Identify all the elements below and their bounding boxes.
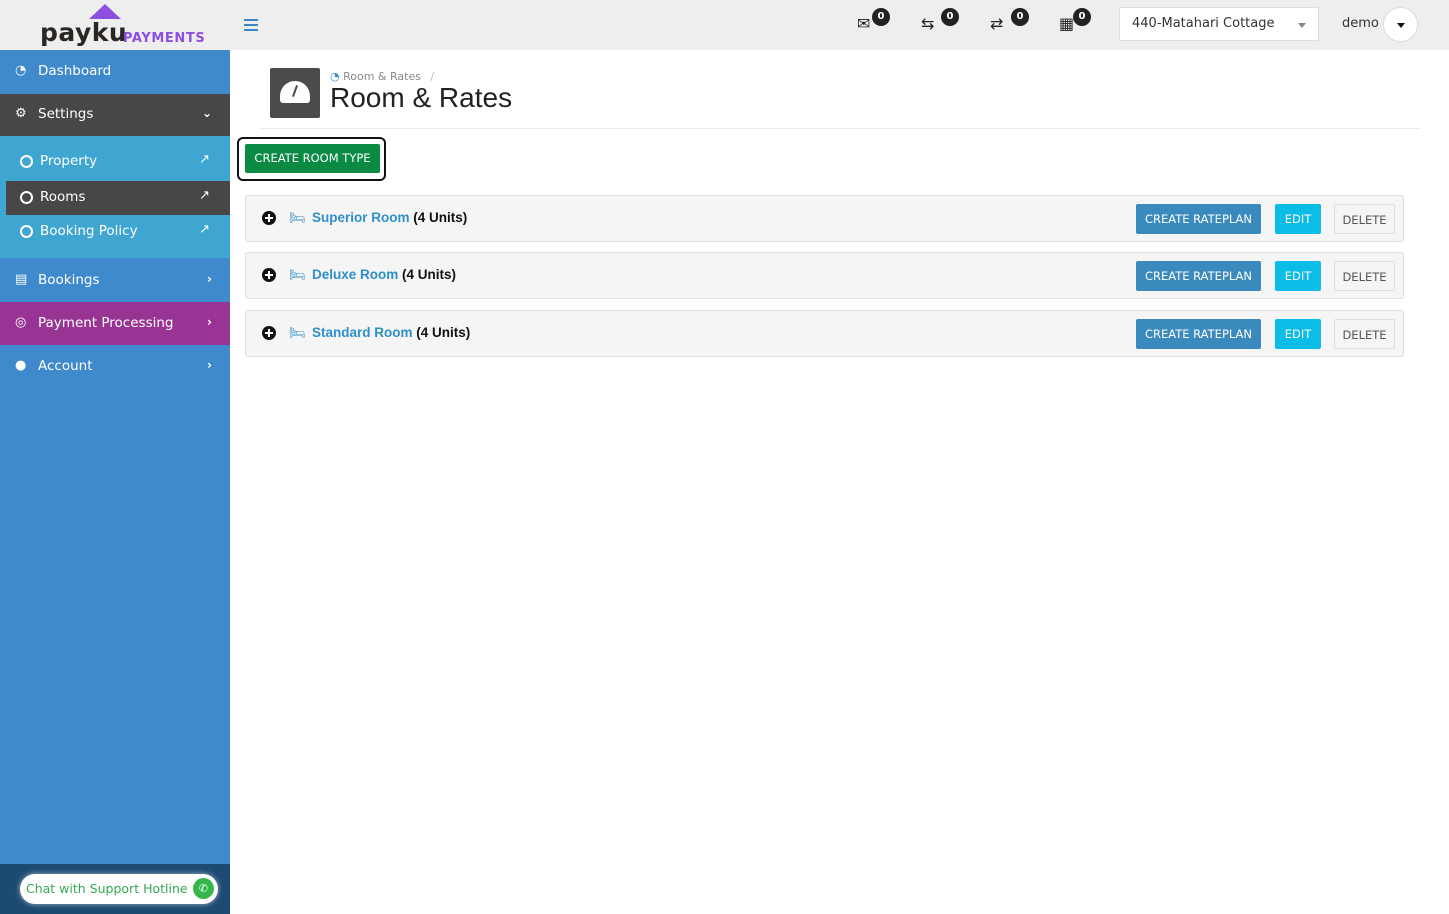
circle-icon xyxy=(20,155,33,168)
room-name[interactable]: Deluxe Room (4 Units) xyxy=(312,267,456,282)
sidebar-item-booking-policy[interactable]: Booking Policy ↗ xyxy=(6,215,230,249)
menu-toggle-icon[interactable] xyxy=(244,19,258,31)
check-out-icon: ⇄ xyxy=(990,14,1004,33)
bookings-icon: ▤ xyxy=(15,272,28,287)
room-units: (4 Units) xyxy=(402,267,457,282)
expand-plus-icon[interactable] xyxy=(262,211,276,225)
caret-down-icon xyxy=(1298,23,1306,28)
room-units: (4 Units) xyxy=(413,210,468,225)
envelope-open-icon: ✉ xyxy=(857,14,871,33)
messages-notification[interactable]: ✉ 0 xyxy=(857,8,895,38)
room-name[interactable]: Standard Room (4 Units) xyxy=(312,325,470,340)
sidebar-item-label: Bookings xyxy=(38,272,100,288)
support-label: Chat with Support Hotline xyxy=(26,881,188,896)
external-link-icon: ↗ xyxy=(199,222,210,237)
chevron-down-icon: ⌄ xyxy=(201,106,212,120)
notification-badge: 0 xyxy=(872,8,890,26)
sidebar-item-settings[interactable]: ⚙ Settings ⌄ xyxy=(0,94,230,136)
delete-button[interactable]: DELETE xyxy=(1334,204,1395,234)
external-link-icon: ↗ xyxy=(199,188,210,203)
delete-button[interactable]: DELETE xyxy=(1334,261,1395,291)
circle-icon xyxy=(20,191,33,204)
room-row: 🛏 Superior Room (4 Units) CREATE RATEPLA… xyxy=(245,195,1404,242)
topbar: payku PAYMENTS ✉ 0 ⇆ 0 ⇄ 0 ▦ 0 440-Matah… xyxy=(0,0,1449,50)
calendar-icon: ▦ xyxy=(1059,14,1075,33)
sidebar-item-property[interactable]: Property ↗ xyxy=(6,145,230,179)
sidebar-item-payment-processing[interactable]: ◎ Payment Processing › xyxy=(0,302,230,345)
sidebar-item-label: Payment Processing xyxy=(38,315,174,331)
logo-text: payku xyxy=(40,18,128,47)
expand-plus-icon[interactable] xyxy=(262,268,276,282)
room-name[interactable]: Superior Room (4 Units) xyxy=(312,210,467,225)
notification-badge: 0 xyxy=(1073,8,1091,26)
edit-button[interactable]: EDIT xyxy=(1275,261,1321,291)
page-title: Room & Rates xyxy=(330,82,513,113)
property-select-value: 440-Matahari Cottage xyxy=(1132,16,1275,31)
sidebar-item-account[interactable]: ● Account › xyxy=(0,345,230,387)
chevron-right-icon: › xyxy=(207,358,212,372)
checkin-notification[interactable]: ⇆ 0 xyxy=(921,8,959,38)
logo-suffix: PAYMENTS xyxy=(123,31,206,46)
create-room-type-focus-ring: CREATE ROOM TYPE xyxy=(237,137,386,181)
dashboard-icon: ◔ xyxy=(15,63,27,78)
dashboard-icon xyxy=(270,68,320,118)
notification-badge: 0 xyxy=(941,8,959,26)
create-rateplan-button[interactable]: CREATE RATEPLAN xyxy=(1136,319,1261,349)
sidebar-item-label: Account xyxy=(38,358,93,374)
room-units: (4 Units) xyxy=(416,325,471,340)
sidebar-item-label: Booking Policy xyxy=(40,223,138,239)
username: demo xyxy=(1342,16,1379,31)
user-dropdown-icon[interactable] xyxy=(1383,7,1418,42)
user-icon: ● xyxy=(15,358,27,373)
property-select[interactable]: 440-Matahari Cottage xyxy=(1119,7,1319,41)
checkout-notification[interactable]: ⇄ 0 xyxy=(990,8,1029,38)
room-row: 🛏 Standard Room (4 Units) CREATE RATEPLA… xyxy=(245,310,1404,357)
bed-icon: 🛏 xyxy=(289,268,306,283)
payment-icon: ◎ xyxy=(15,315,27,330)
bed-icon: 🛏 xyxy=(289,326,306,341)
notification-badge: 0 xyxy=(1011,8,1029,26)
sidebar: ◔ Dashboard ⚙ Settings ⌄ Property ↗ Room… xyxy=(0,50,230,914)
sidebar-item-label: Property xyxy=(40,153,98,169)
gear-icon: ⚙ xyxy=(15,106,27,121)
check-in-icon: ⇆ xyxy=(921,14,935,33)
delete-button[interactable]: DELETE xyxy=(1334,319,1395,349)
sidebar-item-rooms[interactable]: Rooms ↗ xyxy=(6,181,230,215)
sidebar-item-label: Settings xyxy=(38,106,94,122)
support-hotline-button[interactable]: Chat with Support Hotline ✆ xyxy=(20,874,218,904)
create-rateplan-button[interactable]: CREATE RATEPLAN xyxy=(1136,204,1261,234)
sidebar-item-label: Dashboard xyxy=(38,63,112,79)
bed-icon: 🛏 xyxy=(289,211,306,226)
sidebar-item-label: Rooms xyxy=(40,189,86,205)
expand-plus-icon[interactable] xyxy=(262,326,276,340)
circle-icon xyxy=(20,225,33,238)
edit-button[interactable]: EDIT xyxy=(1275,319,1321,349)
sidebar-item-dashboard[interactable]: ◔ Dashboard xyxy=(0,50,230,94)
page-header: ◔ Room & Rates / Room & Rates xyxy=(260,60,1420,129)
create-rateplan-button[interactable]: CREATE RATEPLAN xyxy=(1136,261,1261,291)
logo[interactable]: payku PAYMENTS xyxy=(0,0,230,50)
chevron-right-icon: › xyxy=(207,315,212,329)
support-footer: Chat with Support Hotline ✆ xyxy=(0,864,230,914)
whatsapp-icon: ✆ xyxy=(193,878,214,899)
edit-button[interactable]: EDIT xyxy=(1275,204,1321,234)
room-row: 🛏 Deluxe Room (4 Units) CREATE RATEPLAN … xyxy=(245,252,1404,299)
logo-triangle-icon xyxy=(89,4,121,19)
chevron-right-icon: › xyxy=(207,272,212,286)
calendar-notification[interactable]: ▦ 0 xyxy=(1059,8,1097,38)
settings-submenu: Property ↗ Rooms ↗ Booking Policy ↗ xyxy=(0,136,230,258)
sidebar-item-bookings[interactable]: ▤ Bookings › xyxy=(0,258,230,302)
external-link-icon: ↗ xyxy=(199,152,210,167)
create-room-type-button[interactable]: CREATE ROOM TYPE xyxy=(245,144,380,173)
